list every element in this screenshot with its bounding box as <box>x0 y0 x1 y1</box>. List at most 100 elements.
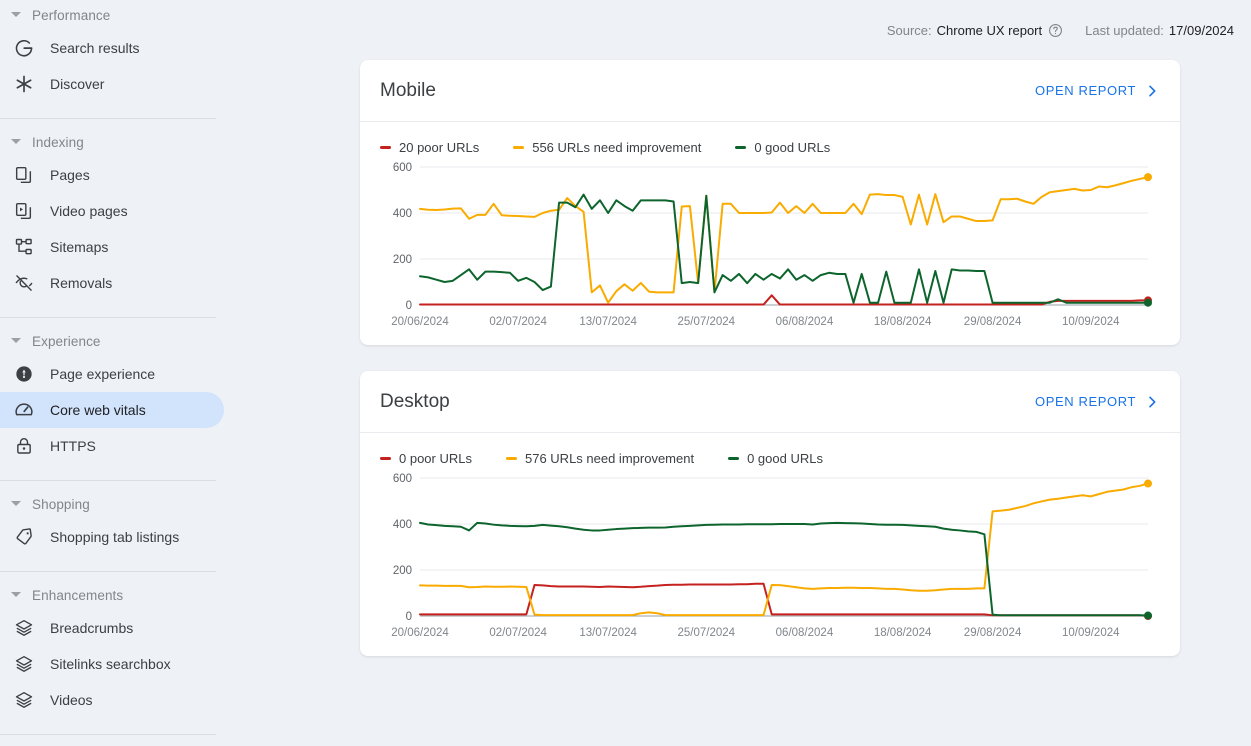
x-tick-label: 06/08/2024 <box>776 316 834 328</box>
sidebar-item-discover[interactable]: Discover <box>0 66 224 102</box>
series-endpoint-2 <box>1144 611 1152 620</box>
sidebar-divider <box>0 480 216 481</box>
x-tick-label: 06/08/2024 <box>776 627 834 639</box>
sidebar-divider <box>0 571 216 572</box>
x-tick-label: 20/06/2024 <box>391 316 449 328</box>
sidebar-group-label: Experience <box>32 333 101 349</box>
removals-eye-off-icon <box>14 273 34 293</box>
sidebar-group-header-shopping[interactable]: Shopping <box>0 489 240 519</box>
sidebar-item-label: Shopping tab listings <box>50 529 180 545</box>
x-tick-label: 29/08/2024 <box>964 316 1022 328</box>
sidebar-item-label: Pages <box>50 167 90 183</box>
open-report-link[interactable]: OPEN REPORT <box>1035 83 1160 99</box>
y-tick-label: 600 <box>393 162 412 174</box>
legend-poor[interactable]: 20 poor URLs <box>380 140 479 155</box>
open-report-link[interactable]: OPEN REPORT <box>1035 394 1160 410</box>
chart-area[interactable]: 0 200 400 600 20/06/2024 02/07/2024 13/07/2024… <box>360 466 1180 656</box>
sidebar-item-page-experience[interactable]: Page experience <box>0 356 224 392</box>
layers-icon <box>14 618 34 638</box>
x-tick-label: 18/08/2024 <box>874 316 932 328</box>
sidebar-group-header-experience[interactable]: Experience <box>0 326 240 356</box>
sidebar-item-sitemaps[interactable]: Sitemaps <box>0 229 224 265</box>
sidebar-group-enhancements: Enhancements Breadcrumbs Sitelinks searchb… <box>0 580 240 726</box>
x-tick-label: 25/07/2024 <box>678 627 736 639</box>
sidebar-item-shopping-tab-listings[interactable]: Shopping tab listings <box>0 519 224 555</box>
sidebar-item-pages[interactable]: Pages <box>0 157 224 193</box>
last-updated-info: Last updated: 17/09/2024 <box>1085 23 1234 38</box>
sidebar-item-breadcrumbs[interactable]: Breadcrumbs <box>0 610 224 646</box>
y-tick-label: 0 <box>406 300 412 312</box>
sidebar-item-video-pages[interactable]: Video pages <box>0 193 224 229</box>
sidebar-item-sitelinks-searchbox[interactable]: Sitelinks searchbox <box>0 646 224 682</box>
help-circle-icon[interactable] <box>1048 23 1063 38</box>
series-endpoint-1 <box>1144 173 1152 182</box>
sidebar-group-performance: Performance Search results Discover <box>0 0 240 110</box>
sidebar-item-label: Video pages <box>50 203 128 219</box>
legend-good[interactable]: 0 good URLs <box>735 140 830 155</box>
sidebar-item-label: Sitemaps <box>50 239 109 255</box>
y-tick-label: 200 <box>393 254 412 266</box>
legend-needs-improvement[interactable]: 556 URLs need improvement <box>513 140 701 155</box>
last-updated-value: 17/09/2024 <box>1168 22 1234 38</box>
x-tick-label: 13/07/2024 <box>579 316 637 328</box>
legend-poor[interactable]: 0 poor URLs <box>380 451 472 466</box>
legend-needs-improvement[interactable]: 576 URLs need improvement <box>505 451 695 466</box>
sidebar-group-indexing: Indexing Pages Video pages Sitemaps Removals <box>0 127 240 309</box>
sidebar-item-label: HTTPS <box>50 438 96 454</box>
chart-svg: 0 200 400 600 20/06/2024 02/07/2024 13/07/2024… <box>391 162 1152 328</box>
sidebar-group-label: Enhancements <box>32 587 124 603</box>
sidebar-item-label: Sitelinks searchbox <box>50 656 171 672</box>
legend-label: 0 good URLs <box>754 140 831 155</box>
discover-asterisk-icon <box>14 74 34 94</box>
sidebar-item-label: Page experience <box>50 366 156 382</box>
layers-icon <box>14 690 34 710</box>
y-tick-label: 200 <box>393 565 412 577</box>
x-tick-label: 18/08/2024 <box>874 627 932 639</box>
tag-icon <box>14 527 34 547</box>
chart-svg: 0 200 400 600 20/06/2024 02/07/2024 13/07/2024… <box>391 473 1152 639</box>
y-tick-label: 400 <box>393 519 412 531</box>
x-tick-label: 10/09/2024 <box>1062 316 1120 328</box>
series-line-1 <box>419 176 1149 304</box>
sidebar-item-removals[interactable]: Removals <box>0 265 224 301</box>
series-endpoint-1 <box>1144 479 1152 488</box>
series-endpoint-2 <box>1144 298 1152 307</box>
desktop-card: Desktop OPEN REPORT 0 poor URLs 576 URLs ne… <box>360 371 1180 656</box>
legend-swatch-icon <box>505 457 517 460</box>
sidebar-group-header-indexing[interactable]: Indexing <box>0 127 240 157</box>
legend-good[interactable]: 0 good URLs <box>728 451 823 466</box>
chevron-down-icon <box>8 496 24 512</box>
sidebar-divider <box>0 317 216 318</box>
chart-legend: 20 poor URLs 556 URLs need improvement 0 g… <box>360 122 1180 155</box>
sidebar-item-label: Breadcrumbs <box>50 620 134 636</box>
sidebar-group-header-performance[interactable]: Performance <box>0 0 240 30</box>
source-label: Source: <box>886 22 932 38</box>
sidebar-item-label: Removals <box>50 275 113 291</box>
sidebar-item-label: Videos <box>50 692 93 708</box>
legend-label: 20 poor URLs <box>399 140 480 155</box>
chart-legend: 0 poor URLs 576 URLs need improvement 0 go… <box>360 433 1180 466</box>
y-tick-label: 400 <box>393 208 412 220</box>
legend-swatch-icon <box>380 457 391 460</box>
chart-area[interactable]: 0 200 400 600 20/06/2024 02/07/2024 13/07/2024… <box>360 155 1180 345</box>
sidebar-group-label: Indexing <box>32 134 84 150</box>
sidebar-item-label: Discover <box>50 76 105 92</box>
series-line-2 <box>419 193 1149 304</box>
series-line-1 <box>419 482 1149 617</box>
sidebar-item-core-web-vitals[interactable]: Core web vitals <box>0 392 224 428</box>
speedometer-icon <box>14 400 34 420</box>
sidebar-item-https[interactable]: HTTPS <box>0 428 224 464</box>
legend-swatch-icon <box>728 457 740 460</box>
page-header: Source: Chrome UX report Last updated: 1… <box>240 0 1251 60</box>
sidebar-divider <box>0 734 216 735</box>
sidebar-group-header-enhancements[interactable]: Enhancements <box>0 580 240 610</box>
chevron-down-icon <box>8 333 24 349</box>
legend-label: 576 URLs need improvement <box>524 451 695 466</box>
sidebar-item-videos[interactable]: Videos <box>0 682 224 718</box>
source-info: Source: Chrome UX report <box>887 23 1063 38</box>
legend-label: 556 URLs need improvement <box>532 140 702 155</box>
video-pages-icon <box>14 201 34 221</box>
cards-container: Mobile OPEN REPORT 20 poor URLs 556 URLs ne… <box>240 60 1251 656</box>
legend-swatch-icon <box>735 146 747 149</box>
sidebar-item-search-results[interactable]: Search results <box>0 30 224 66</box>
